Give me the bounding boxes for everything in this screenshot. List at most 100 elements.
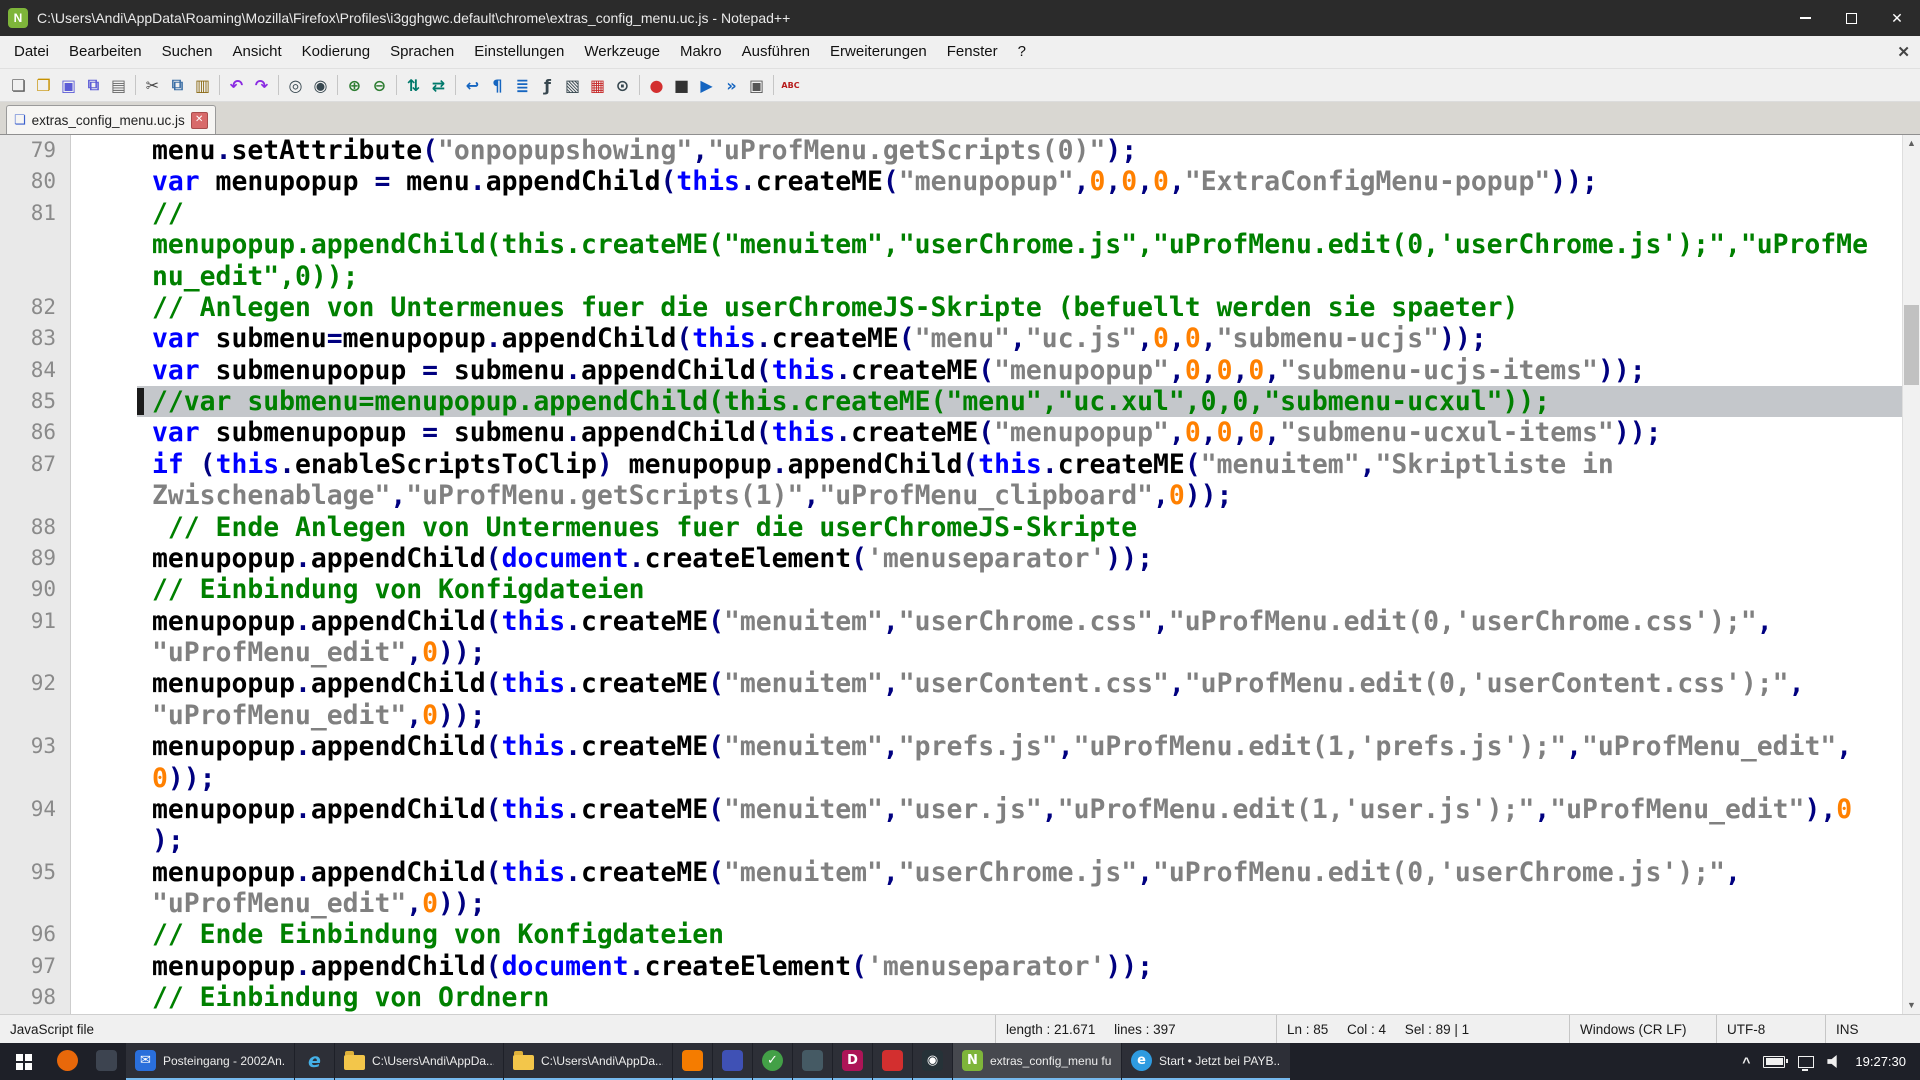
zoom-in-icon[interactable]: ⊕ [342, 72, 367, 98]
code-line[interactable]: 94menupopup.appendChild(this.createME("m… [0, 794, 1903, 825]
doc-map-icon[interactable]: ▧ [560, 72, 585, 98]
restore-button[interactable] [1828, 0, 1874, 36]
plugin-icon-red[interactable]: ▦ [585, 72, 610, 98]
line-number[interactable]: 82 [0, 292, 56, 323]
redo-icon[interactable]: ↷ [249, 72, 274, 98]
line-number[interactable]: 92 [0, 668, 56, 699]
spell-check-icon[interactable]: ABC [778, 72, 803, 98]
app-orange-icon[interactable] [673, 1043, 712, 1080]
menu-item-ausfhren[interactable]: Ausführen [732, 36, 820, 68]
line-number[interactable]: 97 [0, 951, 56, 982]
line-number[interactable]: 88 [0, 512, 56, 543]
menu-item-werkzeuge[interactable]: Werkzeuge [574, 36, 670, 68]
task-browser-payback[interactable]: eStart • Jetzt bei PAYB... [1122, 1043, 1290, 1080]
edge-icon[interactable]: e [295, 1043, 334, 1080]
code-line[interactable]: 0)); [0, 763, 1903, 794]
code-line[interactable]: 84var submenupopup = submenu.appendChild… [0, 355, 1903, 386]
macro-record-icon[interactable]: ● [644, 72, 669, 98]
line-number[interactable]: 96 [0, 919, 56, 950]
code-line[interactable]: 90// Einbindung von Konfigdateien [0, 574, 1903, 605]
code-line[interactable]: Zwischenablage","uProfMenu.getScripts(1)… [0, 480, 1903, 511]
line-number[interactable]: 95 [0, 857, 56, 888]
paste-icon[interactable]: ▥ [190, 72, 215, 98]
network-icon[interactable] [1798, 1056, 1814, 1068]
code-line[interactable]: 98// Einbindung von Ordnern [0, 982, 1903, 1013]
menu-item-einstellungen[interactable]: Einstellungen [464, 36, 574, 68]
zoom-out-icon[interactable]: ⊖ [367, 72, 392, 98]
cut-icon[interactable]: ✂ [140, 72, 165, 98]
menu-item-datei[interactable]: Datei [4, 36, 59, 68]
line-number[interactable]: 80 [0, 166, 56, 197]
line-number[interactable]: 91 [0, 606, 56, 637]
menu-item-erweiterungen[interactable]: Erweiterungen [820, 36, 937, 68]
close-button[interactable]: ✕ [1874, 0, 1920, 36]
app-camera-icon[interactable]: ◉ [913, 1043, 952, 1080]
show-all-characters-icon[interactable]: ¶ [485, 72, 510, 98]
menu-item-help[interactable]: ? [1008, 36, 1036, 68]
eye-icon[interactable]: ⊙ [610, 72, 635, 98]
menu-item-fenster[interactable]: Fenster [937, 36, 1008, 68]
scroll-down-button[interactable]: ▼ [1903, 997, 1920, 1014]
code-line[interactable]: nu_edit",0)); [0, 261, 1903, 292]
code-line[interactable]: 96// Ende Einbindung von Konfigdateien [0, 919, 1903, 950]
line-number[interactable]: 93 [0, 731, 56, 762]
copy-icon[interactable]: ⧉ [165, 72, 190, 98]
task-mail-posteingang[interactable]: ✉Posteingang - 2002An... [126, 1043, 294, 1080]
menu-item-ansicht[interactable]: Ansicht [222, 36, 291, 68]
macro-play-icon[interactable]: ▶ [694, 72, 719, 98]
line-number[interactable]: 98 [0, 982, 56, 1013]
code-line[interactable]: 80var menupopup = menu.appendChild(this.… [0, 166, 1903, 197]
code-line[interactable]: menupopup.appendChild(this.createME("men… [0, 229, 1903, 260]
minimize-button[interactable] [1782, 0, 1828, 36]
replace-icon[interactable]: ◉ [308, 72, 333, 98]
open-file-icon[interactable]: ❐ [31, 72, 56, 98]
scroll-up-button[interactable]: ▲ [1903, 135, 1920, 152]
new-file-icon[interactable]: ❏ [6, 72, 31, 98]
code-line[interactable]: "uProfMenu_edit",0)); [0, 700, 1903, 731]
menu-item-makro[interactable]: Makro [670, 36, 732, 68]
taskbar-clock[interactable]: 19:27:30 [1855, 1054, 1910, 1069]
macro-save-icon[interactable]: ▣ [744, 72, 769, 98]
line-number[interactable]: 81 [0, 198, 56, 229]
code-line[interactable]: 93menupopup.appendChild(this.createME("m… [0, 731, 1903, 762]
editor[interactable]: 79menu.setAttribute("onpopupshowing","uP… [0, 135, 1920, 1014]
tray-expand-icon[interactable]: ^ [1742, 1054, 1750, 1070]
code-line[interactable]: 88 // Ende Anlegen von Untermenues fuer … [0, 512, 1903, 543]
app-blue-icon[interactable] [713, 1043, 752, 1080]
task-notepadpp[interactable]: Nextras_config_menu fu... [953, 1043, 1121, 1080]
app-red-icon[interactable] [873, 1043, 912, 1080]
line-number[interactable]: 86 [0, 417, 56, 448]
scroll-thumb[interactable] [1904, 305, 1919, 385]
code-line[interactable]: 85//var submenu=menupopup.appendChild(th… [0, 386, 1903, 417]
pinned-app-icon[interactable] [87, 1043, 126, 1080]
code-line[interactable]: 97menupopup.appendChild(document.createE… [0, 951, 1903, 982]
save-all-icon[interactable]: ⧉ [81, 72, 106, 98]
line-number[interactable]: 79 [0, 135, 56, 166]
code-line[interactable]: 83var submenu=menupopup.appendChild(this… [0, 323, 1903, 354]
code-line[interactable]: "uProfMenu_edit",0)); [0, 637, 1903, 668]
code-line[interactable]: 86var submenupopup = submenu.appendChild… [0, 417, 1903, 448]
sync-vertical-icon[interactable]: ⇅ [401, 72, 426, 98]
line-number[interactable]: 94 [0, 794, 56, 825]
code-line[interactable]: 81// [0, 198, 1903, 229]
word-wrap-icon[interactable]: ↩ [460, 72, 485, 98]
task-explorer-2[interactable]: C:\Users\Andi\AppDa... [504, 1043, 672, 1080]
save-icon[interactable]: ▣ [56, 72, 81, 98]
code-line[interactable]: 89menupopup.appendChild(document.createE… [0, 543, 1903, 574]
undo-icon[interactable]: ↶ [224, 72, 249, 98]
menu-item-sprachen[interactable]: Sprachen [380, 36, 464, 68]
app-slate-icon[interactable] [793, 1043, 832, 1080]
task-explorer-1[interactable]: C:\Users\Andi\AppDa... [335, 1043, 503, 1080]
macro-stop-icon[interactable]: ■ [669, 72, 694, 98]
indent-guide-icon[interactable]: ≣ [510, 72, 535, 98]
vertical-scrollbar[interactable]: ▲ ▼ [1902, 135, 1920, 1014]
line-number[interactable]: 90 [0, 574, 56, 605]
code-line[interactable]: 79menu.setAttribute("onpopupshowing","uP… [0, 135, 1903, 166]
code-line[interactable]: 95menupopup.appendChild(this.createME("m… [0, 857, 1903, 888]
find-icon[interactable]: ◎ [283, 72, 308, 98]
code-area[interactable]: 79menu.setAttribute("onpopupshowing","uP… [0, 135, 1903, 1014]
code-line[interactable]: 82// Anlegen von Untermenues fuer die us… [0, 292, 1903, 323]
code-line[interactable]: ); [0, 825, 1903, 856]
start-button[interactable] [0, 1043, 48, 1080]
code-line[interactable]: 91menupopup.appendChild(this.createME("m… [0, 606, 1903, 637]
